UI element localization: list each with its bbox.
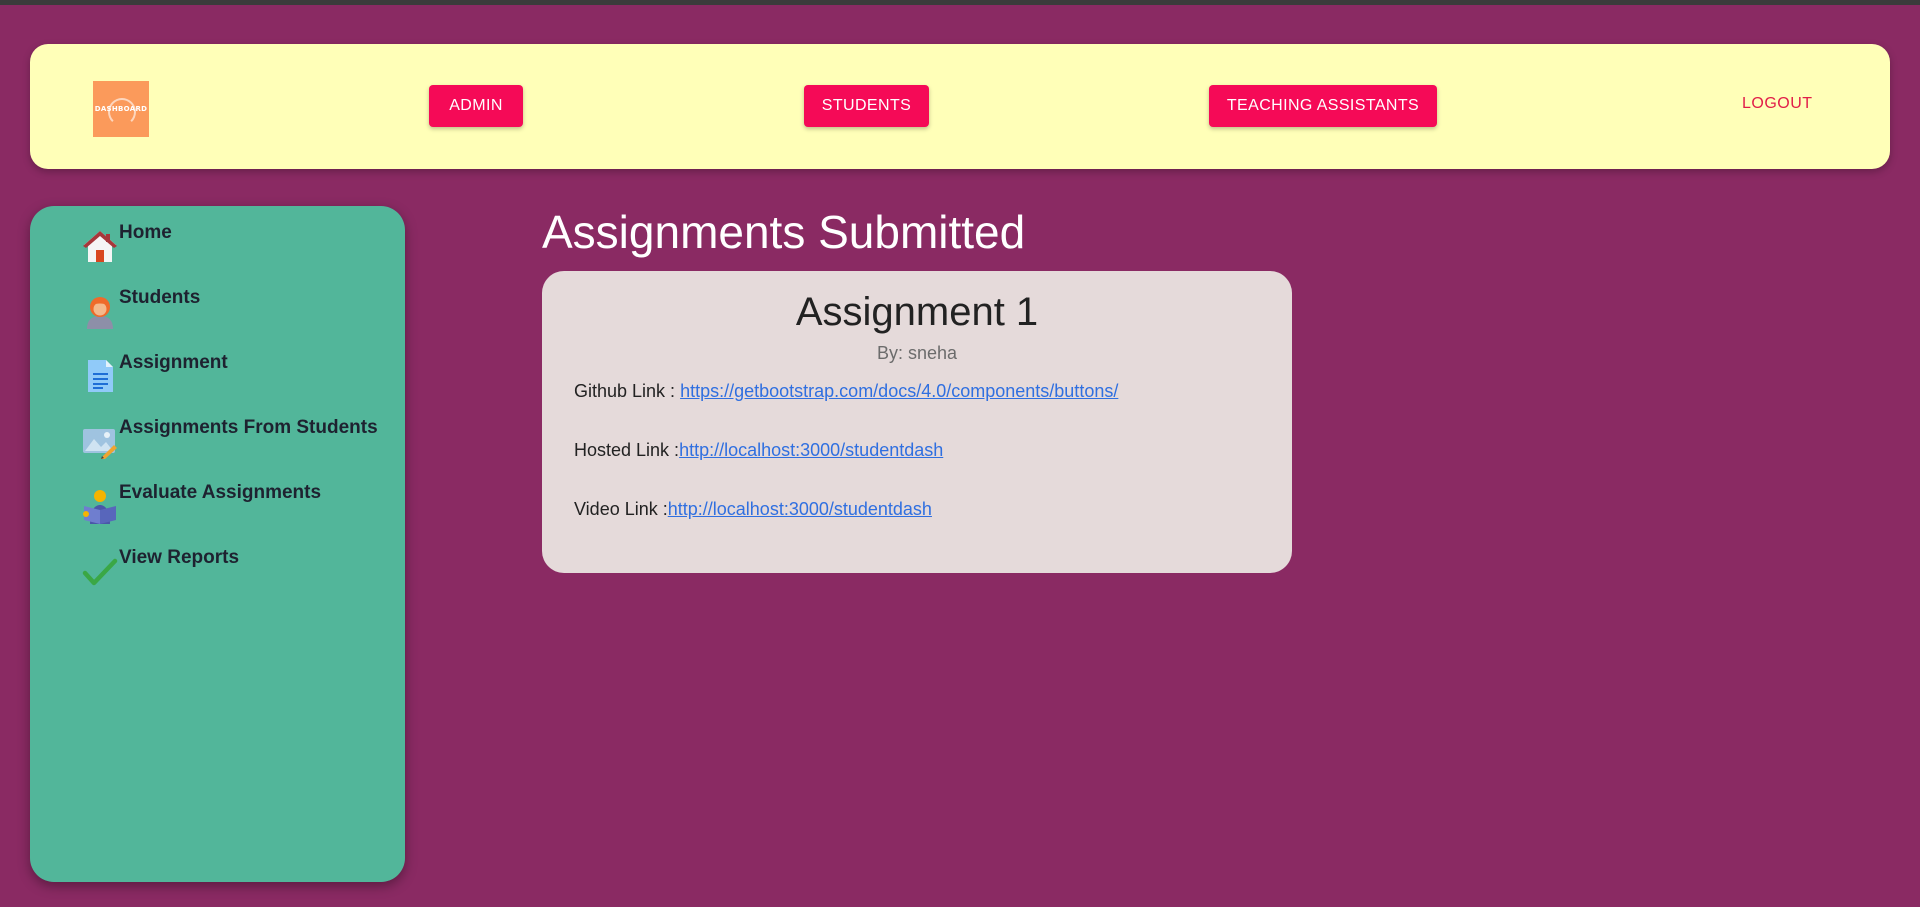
video-link[interactable]: http://localhost:3000/studentdash (668, 499, 932, 519)
github-link-label: Github Link : (574, 381, 676, 401)
sidebar: Home Students Assignment Assignments Fro… (30, 206, 405, 882)
github-link[interactable]: https://getbootstrap.com/docs/4.0/compon… (680, 381, 1118, 401)
page-title: Assignments Submitted (542, 206, 1026, 258)
sidebar-item-label: View Reports (119, 547, 240, 568)
logo-text: DASHBOARD (94, 105, 148, 113)
sidebar-item-label: Evaluate Assignments (119, 482, 322, 503)
logout-link[interactable]: LOGOUT (1742, 95, 1813, 119)
sidebar-item-label: Assignment (119, 352, 228, 373)
image-edit-icon (83, 429, 117, 459)
video-link-row: Video Link :http://localhost:3000/studen… (574, 499, 932, 520)
top-navbar: DASHBOARD ADMIN STUDENTS TEACHING ASSIST… (30, 44, 1890, 169)
reader-icon (83, 490, 116, 524)
hosted-link[interactable]: http://localhost:3000/studentdash (679, 440, 943, 460)
hosted-link-label: Hosted Link : (574, 440, 680, 460)
sidebar-item-evaluate-assignments[interactable]: Evaluate Assignments (82, 482, 322, 524)
sidebar-item-assignments-from-students[interactable]: Assignments From Students (82, 417, 378, 459)
admin-button[interactable]: ADMIN (429, 85, 523, 127)
house-icon (83, 231, 117, 262)
hosted-link-row: Hosted Link :http://localhost:3000/stude… (574, 440, 943, 461)
checkmark-icon (82, 558, 118, 586)
students-button[interactable]: STUDENTS (804, 85, 929, 127)
dashboard-logo[interactable]: DASHBOARD (93, 81, 149, 137)
sidebar-item-students[interactable]: Students (82, 287, 201, 329)
video-link-label: Video Link : (574, 499, 668, 519)
sidebar-item-view-reports[interactable]: View Reports (82, 547, 239, 587)
sidebar-item-label: Assignments From Students (119, 417, 378, 438)
assignment-title: Assignment 1 (795, 290, 1039, 334)
sidebar-item-assignment[interactable]: Assignment (82, 352, 228, 392)
assignment-author: By: sneha (876, 343, 958, 363)
window-top-strip (0, 0, 1920, 5)
sidebar-item-label: Home (119, 222, 172, 243)
student-icon (87, 297, 113, 329)
teaching-assistants-button[interactable]: TEACHING ASSISTANTS (1209, 85, 1437, 127)
sidebar-item-label: Students (119, 287, 201, 308)
sidebar-item-home[interactable]: Home (82, 222, 172, 262)
assignment-card: Assignment 1 By: sneha Github Link : htt… (542, 271, 1292, 573)
document-icon (88, 360, 113, 392)
github-link-row: Github Link : https://getbootstrap.com/d… (574, 381, 1118, 402)
